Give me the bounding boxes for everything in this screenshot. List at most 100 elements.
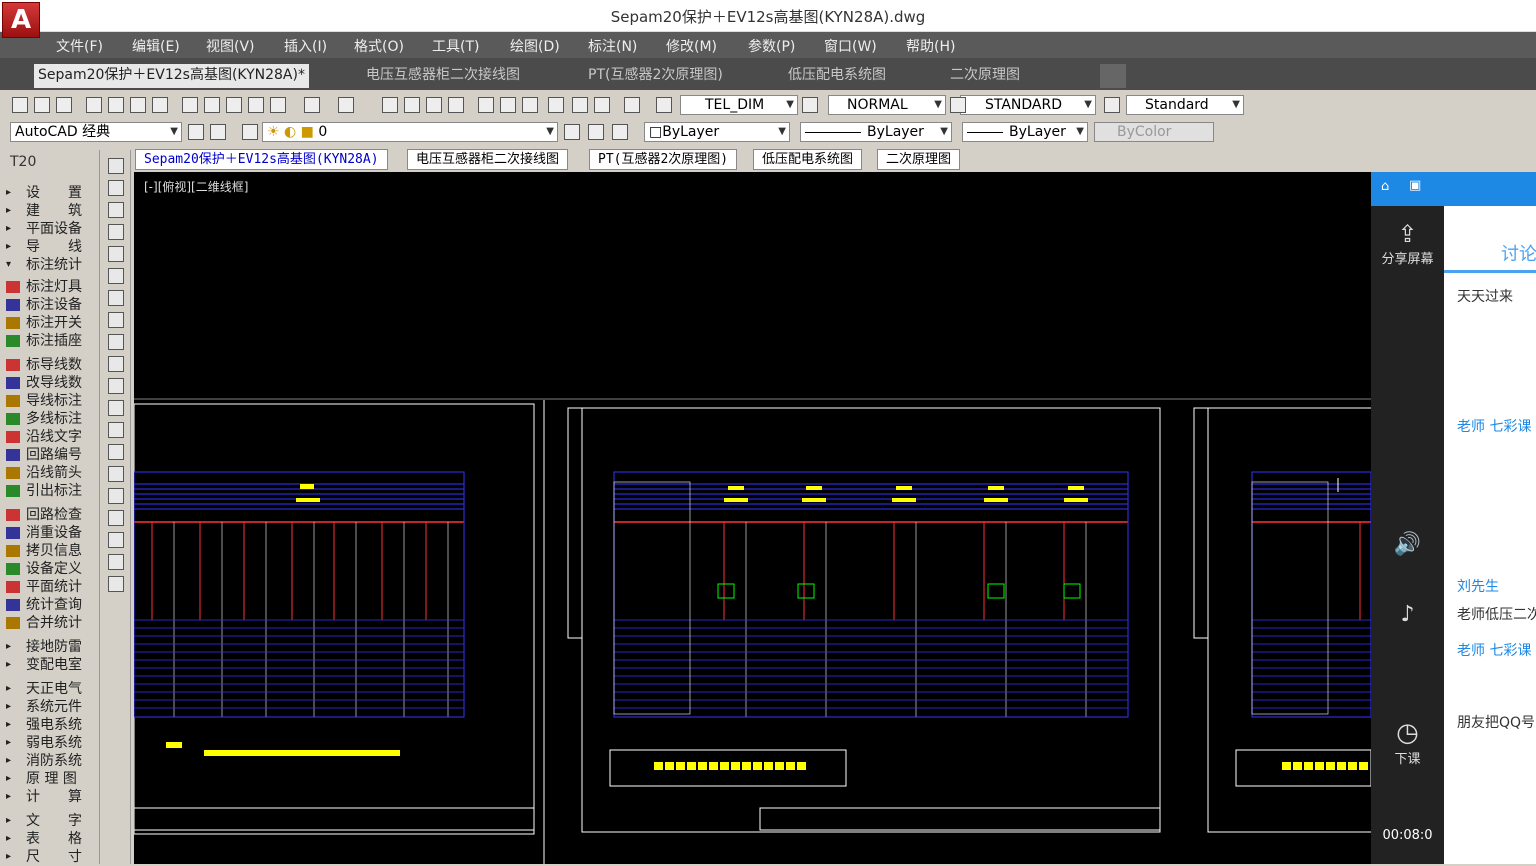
draw-tool-icon-17[interactable] bbox=[108, 532, 124, 548]
toolbar-icon-19[interactable] bbox=[500, 97, 516, 113]
tool-item-0[interactable]: ▸ 设 置 bbox=[6, 182, 82, 202]
toolbar-icon-9[interactable] bbox=[226, 97, 242, 113]
tool-item-15[interactable]: 沿线箭头 bbox=[6, 462, 82, 482]
toolbar-icon-12[interactable] bbox=[304, 97, 320, 113]
tool-item-17[interactable]: 回路检查 bbox=[6, 504, 82, 524]
tool-item-18[interactable]: 消重设备 bbox=[6, 522, 82, 542]
menu-item-8[interactable]: 修改(M) bbox=[666, 36, 717, 56]
document-tab-4[interactable]: 二次原理图 bbox=[946, 64, 1024, 88]
volume-icon[interactable]: 🔊 bbox=[1371, 532, 1444, 557]
menu-item-7[interactable]: 标注(N) bbox=[588, 36, 637, 56]
layer-tool-icon-0[interactable] bbox=[188, 124, 204, 140]
tool-item-27[interactable]: ▸ 系统元件 bbox=[6, 696, 82, 716]
tool-item-29[interactable]: ▸ 弱电系统 bbox=[6, 732, 82, 752]
draw-tool-icon-3[interactable] bbox=[108, 224, 124, 240]
document-tab-0[interactable]: Sepam20保护＋EV12s高基图(KYN28A)* bbox=[34, 64, 309, 88]
mleader-style-select[interactable]: Standard ▼ bbox=[1126, 95, 1244, 115]
new-tab-icon[interactable] bbox=[1100, 64, 1126, 88]
draw-tool-icon-2[interactable] bbox=[108, 202, 124, 218]
tool-item-25[interactable]: ▸ 变配电室 bbox=[6, 654, 82, 674]
toolbar-icon-16[interactable] bbox=[426, 97, 442, 113]
menu-item-10[interactable]: 窗口(W) bbox=[824, 36, 877, 56]
draw-tool-icon-8[interactable] bbox=[108, 334, 124, 350]
tool-item-7[interactable]: 标注开关 bbox=[6, 312, 82, 332]
draw-tool-icon-15[interactable] bbox=[108, 488, 124, 504]
draw-tool-icon-12[interactable] bbox=[108, 422, 124, 438]
toolbar-icon-13[interactable] bbox=[338, 97, 354, 113]
layer-tool-icon-4[interactable] bbox=[588, 124, 604, 140]
tool-item-11[interactable]: 导线标注 bbox=[6, 390, 82, 410]
toolbar-icon-14[interactable] bbox=[382, 97, 398, 113]
tool-item-3[interactable]: ▸ 导 线 bbox=[6, 236, 82, 256]
end-class-button[interactable]: ◷ 下课 bbox=[1371, 718, 1444, 767]
draw-tool-icon-9[interactable] bbox=[108, 356, 124, 372]
draw-tool-icon-19[interactable] bbox=[108, 576, 124, 592]
dim-style-select[interactable]: NORMAL ▼ bbox=[828, 95, 946, 115]
layer-tool-icon-5[interactable] bbox=[612, 124, 628, 140]
document-tab-1[interactable]: 电压互感器柜二次接线图 bbox=[362, 64, 524, 88]
tool-item-32[interactable]: ▸ 计 算 bbox=[6, 786, 82, 806]
draw-tool-icon-18[interactable] bbox=[108, 554, 124, 570]
menu-item-1[interactable]: 编辑(E) bbox=[132, 36, 180, 56]
drawing-tab-3[interactable]: 低压配电系统图 bbox=[753, 149, 863, 170]
color-select[interactable]: □ByLayer ▼ bbox=[644, 122, 790, 142]
layer-tool-icon-3[interactable] bbox=[564, 124, 580, 140]
tool-item-2[interactable]: ▸ 平面设备 bbox=[6, 218, 82, 238]
draw-tool-icon-16[interactable] bbox=[108, 510, 124, 526]
tool-item-30[interactable]: ▸ 消防系统 bbox=[6, 750, 82, 770]
menu-item-9[interactable]: 参数(P) bbox=[748, 36, 795, 56]
draw-tool-icon-5[interactable] bbox=[108, 268, 124, 284]
toolbar-icon-20[interactable] bbox=[522, 97, 538, 113]
autocad-app-icon[interactable]: A bbox=[2, 2, 40, 38]
style-icon-1[interactable] bbox=[950, 97, 966, 113]
draw-tool-icon-7[interactable] bbox=[108, 312, 124, 328]
linetype-select[interactable]: ByLayer ▼ bbox=[800, 122, 952, 142]
tool-item-4[interactable]: ▾ 标注统计 bbox=[6, 254, 82, 274]
drawing-tab-1[interactable]: 电压互感器柜二次接线图 bbox=[407, 149, 569, 170]
draw-tool-icon-6[interactable] bbox=[108, 290, 124, 306]
toolbar-icon-3[interactable] bbox=[86, 97, 102, 113]
discussion-tab[interactable]: 讨论 bbox=[1501, 240, 1536, 266]
document-tab-3[interactable]: 低压配电系统图 bbox=[784, 64, 890, 88]
toolbar-icon-15[interactable] bbox=[404, 97, 420, 113]
tool-item-13[interactable]: 沿线文字 bbox=[6, 426, 82, 446]
tool-item-5[interactable]: 标注灯具 bbox=[6, 276, 82, 296]
draw-tool-icon-10[interactable] bbox=[108, 378, 124, 394]
style-icon-0[interactable] bbox=[802, 97, 818, 113]
tool-item-26[interactable]: ▸ 天正电气 bbox=[6, 678, 82, 698]
share-screen-button[interactable]: ⇪ 分享屏幕 bbox=[1371, 220, 1444, 267]
window-icon[interactable]: ▣ bbox=[1409, 178, 1421, 193]
tool-item-20[interactable]: 设备定义 bbox=[6, 558, 82, 578]
document-tab-2[interactable]: PT(互感器2次原理图) bbox=[584, 64, 727, 88]
tool-item-6[interactable]: 标注设备 bbox=[6, 294, 82, 314]
menu-item-0[interactable]: 文件(F) bbox=[56, 36, 103, 56]
tool-item-33[interactable]: ▸ 文 字 bbox=[6, 810, 82, 830]
tool-item-19[interactable]: 拷贝信息 bbox=[6, 540, 82, 560]
menu-item-4[interactable]: 格式(O) bbox=[354, 36, 404, 56]
menu-item-3[interactable]: 插入(I) bbox=[284, 36, 327, 56]
tool-item-10[interactable]: 改导线数 bbox=[6, 372, 82, 392]
tool-item-31[interactable]: ▸ 原 理 图 bbox=[6, 768, 77, 788]
drawing-canvas[interactable]: [-][俯视][二维线框] bbox=[134, 172, 1371, 864]
toolbar-icon-24[interactable] bbox=[624, 97, 640, 113]
drawing-tab-2[interactable]: PT(互感器2次原理图) bbox=[589, 149, 738, 170]
toolbar-icon-23[interactable] bbox=[594, 97, 610, 113]
home-icon[interactable]: ⌂ bbox=[1381, 179, 1389, 194]
tool-item-14[interactable]: 回路编号 bbox=[6, 444, 82, 464]
drawing-tab-0[interactable]: Sepam20保护＋EV12s高基图(KYN28A) bbox=[135, 149, 388, 170]
tool-item-23[interactable]: 合并统计 bbox=[6, 612, 82, 632]
tool-item-35[interactable]: ▸ 尺 寸 bbox=[6, 846, 82, 866]
toolbar-icon-22[interactable] bbox=[572, 97, 588, 113]
tool-item-1[interactable]: ▸ 建 筑 bbox=[6, 200, 82, 220]
menu-item-5[interactable]: 工具(T) bbox=[432, 36, 479, 56]
tool-item-28[interactable]: ▸ 强电系统 bbox=[6, 714, 82, 734]
plotstyle-select[interactable]: ByColor bbox=[1094, 122, 1214, 142]
toolbar-icon-7[interactable] bbox=[182, 97, 198, 113]
draw-tool-icon-11[interactable] bbox=[108, 400, 124, 416]
text-style-select[interactable]: TEL_DIM ▼ bbox=[680, 95, 798, 115]
draw-tool-icon-0[interactable] bbox=[108, 158, 124, 174]
draw-tool-icon-13[interactable] bbox=[108, 444, 124, 460]
workspace-select[interactable]: AutoCAD 经典 ▼ bbox=[10, 122, 182, 142]
tool-item-9[interactable]: 标导线数 bbox=[6, 354, 82, 374]
draw-tool-icon-4[interactable] bbox=[108, 246, 124, 262]
